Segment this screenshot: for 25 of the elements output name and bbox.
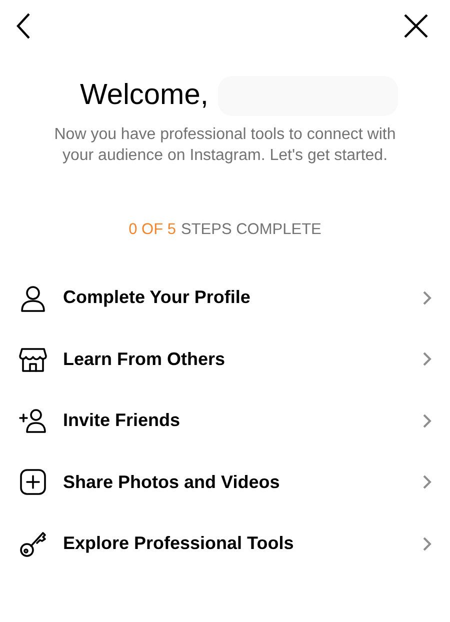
step-row[interactable]: Complete Your Profile bbox=[0, 266, 450, 328]
step-label: Learn From Others bbox=[63, 348, 226, 370]
key-icon bbox=[19, 530, 47, 558]
storefront-icon bbox=[19, 345, 47, 373]
chevron-right-icon bbox=[422, 536, 432, 552]
close-icon[interactable] bbox=[402, 12, 430, 40]
person-icon bbox=[19, 284, 47, 312]
chevron-right-icon bbox=[422, 474, 432, 490]
welcome-title: Welcome, bbox=[80, 78, 208, 113]
step-row[interactable]: Invite Friends bbox=[0, 390, 450, 452]
add-person-icon bbox=[19, 406, 47, 434]
step-label: Share Photos and Videos bbox=[63, 470, 281, 494]
step-label: Complete Your Profile bbox=[63, 286, 252, 309]
step-label: Invite Friends bbox=[63, 409, 182, 432]
chevron-right-icon bbox=[422, 412, 432, 428]
chevron-right-icon bbox=[422, 290, 432, 306]
chevron-right-icon bbox=[422, 351, 432, 367]
step-row[interactable]: Explore Professional Tools bbox=[0, 512, 450, 574]
step-row[interactable]: Learn From Others bbox=[0, 328, 450, 390]
welcome-description: Now you have professional tools to connect with your audience on Instagram. Let's get started. bbox=[53, 124, 397, 166]
progress-label: STEPS COMPLETE bbox=[180, 220, 322, 240]
step-row[interactable]: Share Photos and Videos bbox=[0, 451, 450, 513]
step-label: Explore Professional Tools bbox=[63, 532, 295, 555]
plus-square-icon bbox=[19, 468, 47, 496]
progress-count: 0 OF 5 bbox=[128, 220, 176, 240]
